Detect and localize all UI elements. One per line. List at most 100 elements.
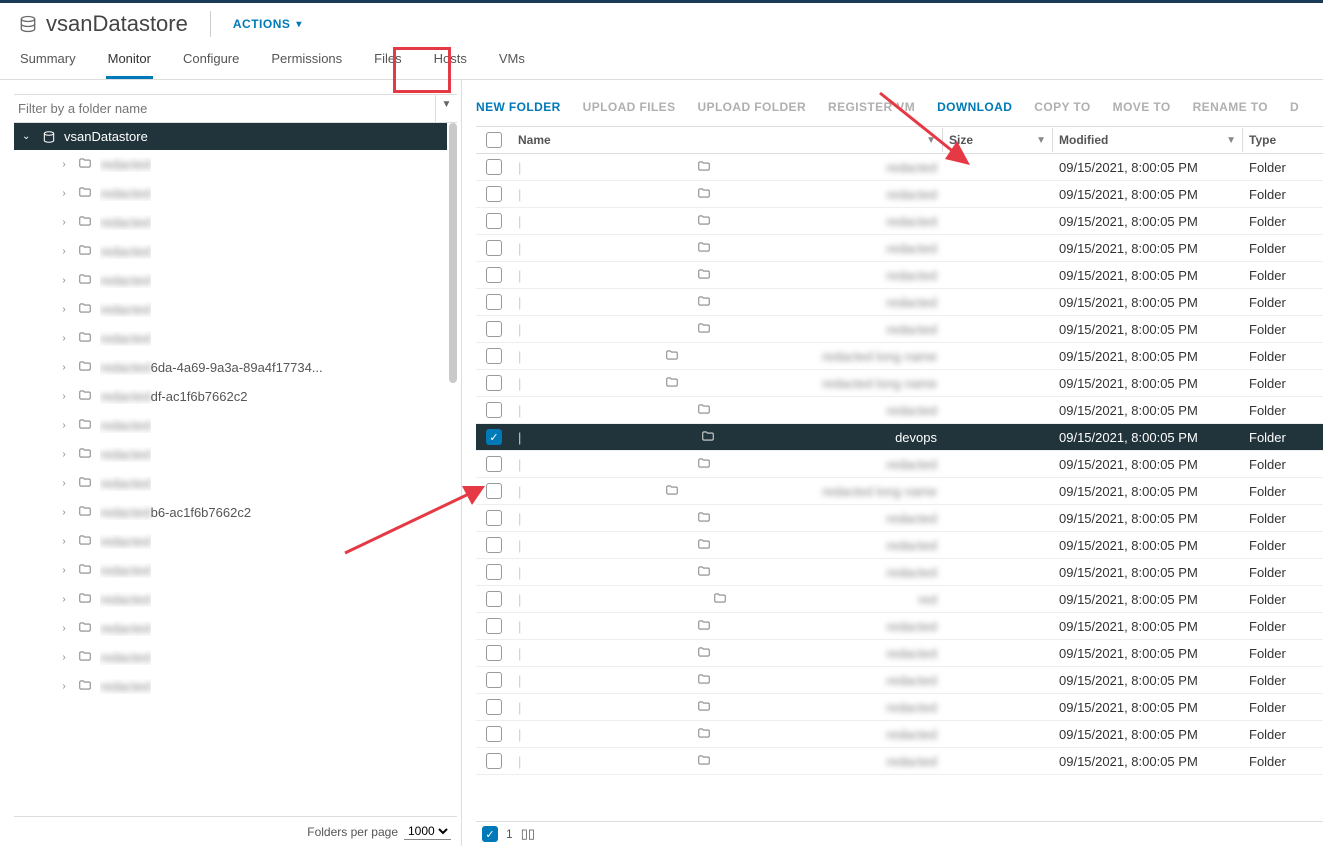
table-row[interactable]: |redacted09/15/2021, 8:00:05 PMFolder (476, 748, 1323, 775)
table-row[interactable]: |redacted09/15/2021, 8:00:05 PMFolder (476, 451, 1323, 478)
expand-icon[interactable]: › (58, 304, 70, 315)
table-row[interactable]: |redacted09/15/2021, 8:00:05 PMFolder (476, 532, 1323, 559)
table-row[interactable]: ✓|devops09/15/2021, 8:00:05 PMFolder (476, 424, 1323, 451)
table-row[interactable]: |redacted09/15/2021, 8:00:05 PMFolder (476, 316, 1323, 343)
tree-item[interactable]: ›redacteddf-ac1f6b7662c2 (14, 382, 457, 411)
filter-icon[interactable]: ▼ (1226, 135, 1236, 146)
tree-item[interactable]: ›redacted6da-4a69-9a3a-89a4f17734... (14, 353, 457, 382)
toolbar-new-folder-button[interactable]: NEW FOLDER (476, 100, 561, 114)
table-row[interactable]: |redacted09/15/2021, 8:00:05 PMFolder (476, 613, 1323, 640)
row-checkbox[interactable] (486, 753, 502, 769)
tree-item[interactable]: ›redacted (14, 585, 457, 614)
row-checkbox[interactable] (486, 726, 502, 742)
row-checkbox[interactable] (486, 510, 502, 526)
select-all-checkbox[interactable] (486, 132, 502, 148)
table-row[interactable]: |redacted09/15/2021, 8:00:05 PMFolder (476, 505, 1323, 532)
filter-icon[interactable]: ▼ (1036, 135, 1046, 146)
tab-monitor[interactable]: Monitor (106, 43, 153, 79)
tab-vms[interactable]: VMs (497, 43, 527, 79)
row-checkbox[interactable] (486, 699, 502, 715)
tab-permissions[interactable]: Permissions (269, 43, 344, 79)
table-row[interactable]: |red09/15/2021, 8:00:05 PMFolder (476, 586, 1323, 613)
tree-item[interactable]: ›redacted (14, 556, 457, 585)
pager-select[interactable]: 1000 (404, 823, 451, 840)
table-row[interactable]: |redacted09/15/2021, 8:00:05 PMFolder (476, 694, 1323, 721)
tree-item[interactable]: ›redacted (14, 208, 457, 237)
expand-icon[interactable]: › (58, 623, 70, 634)
table-row[interactable]: |redacted long name09/15/2021, 8:00:05 P… (476, 478, 1323, 505)
expand-icon[interactable]: › (58, 652, 70, 663)
selection-indicator-checkbox[interactable]: ✓ (482, 826, 498, 842)
table-row[interactable]: |redacted09/15/2021, 8:00:05 PMFolder (476, 181, 1323, 208)
tree-item[interactable]: ›redacted (14, 411, 457, 440)
row-checkbox[interactable] (486, 402, 502, 418)
expand-icon[interactable]: › (58, 507, 70, 518)
table-row[interactable]: |redacted long name09/15/2021, 8:00:05 P… (476, 370, 1323, 397)
row-checkbox[interactable] (486, 186, 502, 202)
tree-item[interactable]: ›redacted (14, 643, 457, 672)
row-checkbox[interactable] (486, 618, 502, 634)
table-row[interactable]: |redacted09/15/2021, 8:00:05 PMFolder (476, 721, 1323, 748)
expand-icon[interactable]: › (58, 333, 70, 344)
tab-files[interactable]: Files (372, 43, 403, 79)
expand-icon[interactable]: › (58, 391, 70, 402)
filter-icon[interactable]: ▼ (435, 95, 457, 122)
expand-icon[interactable]: › (58, 565, 70, 576)
tree-item[interactable]: ›redacted (14, 527, 457, 556)
col-size-label[interactable]: Size (949, 133, 973, 147)
row-checkbox[interactable] (486, 564, 502, 580)
expand-icon[interactable]: › (58, 246, 70, 257)
tree-item[interactable]: ›redactedb6-ac1f6b7662c2 (14, 498, 457, 527)
scrollbar-thumb[interactable] (449, 123, 457, 383)
expand-icon[interactable]: › (58, 594, 70, 605)
row-checkbox[interactable] (486, 375, 502, 391)
tree-item[interactable]: ›redacted (14, 672, 457, 701)
expand-icon[interactable]: › (58, 681, 70, 692)
tree-item[interactable]: ›redacted (14, 324, 457, 353)
tree-root-item[interactable]: ⌄ vsanDatastore (14, 123, 447, 150)
expand-icon[interactable]: › (58, 478, 70, 489)
expand-icon[interactable]: › (58, 275, 70, 286)
tree-item[interactable]: ›redacted (14, 295, 457, 324)
expand-icon[interactable]: › (58, 420, 70, 431)
expand-icon[interactable]: › (58, 217, 70, 228)
tab-hosts[interactable]: Hosts (432, 43, 469, 79)
col-name-label[interactable]: Name (518, 133, 551, 147)
expand-icon[interactable]: › (58, 188, 70, 199)
folder-tree[interactable]: ⌄ vsanDatastore ›redacted›redacted›redac… (14, 123, 457, 817)
row-checkbox[interactable] (486, 267, 502, 283)
table-row[interactable]: |redacted09/15/2021, 8:00:05 PMFolder (476, 262, 1323, 289)
row-checkbox[interactable] (486, 321, 502, 337)
expand-icon[interactable]: › (58, 362, 70, 373)
tree-item[interactable]: ›redacted (14, 440, 457, 469)
row-checkbox[interactable] (486, 159, 502, 175)
filter-icon[interactable]: ▼ (926, 135, 936, 146)
col-type-label[interactable]: Type (1249, 133, 1276, 147)
row-checkbox[interactable] (486, 537, 502, 553)
row-checkbox[interactable] (486, 645, 502, 661)
expand-icon[interactable]: › (58, 536, 70, 547)
row-checkbox[interactable] (486, 240, 502, 256)
table-row[interactable]: |redacted09/15/2021, 8:00:05 PMFolder (476, 640, 1323, 667)
table-row[interactable]: |redacted09/15/2021, 8:00:05 PMFolder (476, 667, 1323, 694)
expand-icon[interactable]: › (58, 449, 70, 460)
tab-configure[interactable]: Configure (181, 43, 241, 79)
collapse-icon[interactable]: ⌄ (22, 131, 34, 142)
tree-item[interactable]: ›redacted (14, 179, 457, 208)
row-checkbox[interactable] (486, 672, 502, 688)
tree-item[interactable]: ›redacted (14, 237, 457, 266)
expand-icon[interactable]: › (58, 159, 70, 170)
columns-icon[interactable]: ▯▯ (521, 826, 535, 842)
folder-filter-input[interactable] (14, 95, 435, 122)
row-checkbox[interactable] (486, 348, 502, 364)
tree-item[interactable]: ›redacted (14, 150, 457, 179)
table-row[interactable]: |redacted09/15/2021, 8:00:05 PMFolder (476, 559, 1323, 586)
row-checkbox[interactable] (486, 456, 502, 472)
tree-item[interactable]: ›redacted (14, 266, 457, 295)
row-checkbox[interactable]: ✓ (486, 429, 502, 445)
toolbar-download-button[interactable]: DOWNLOAD (937, 100, 1012, 114)
actions-menu[interactable]: ACTIONS ▾ (233, 17, 302, 31)
tab-summary[interactable]: Summary (18, 43, 78, 79)
table-row[interactable]: |redacted long name09/15/2021, 8:00:05 P… (476, 343, 1323, 370)
tree-item[interactable]: ›redacted (14, 614, 457, 643)
